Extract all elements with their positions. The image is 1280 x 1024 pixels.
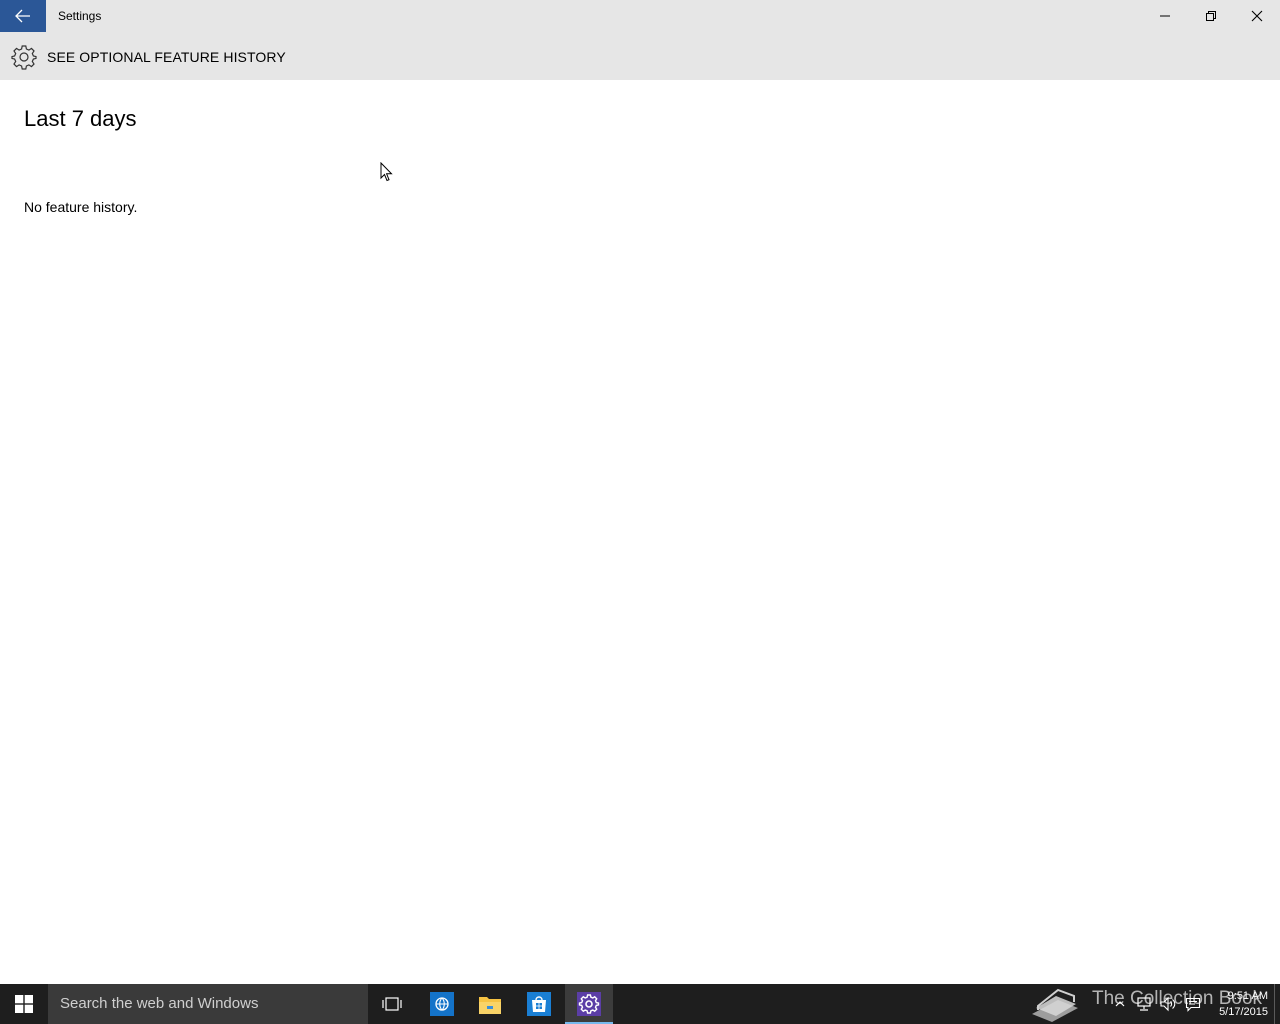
close-button[interactable] [1234,0,1280,32]
restore-icon [1206,11,1216,21]
internet-explorer-button[interactable] [418,984,466,1024]
volume-button[interactable] [1156,984,1180,1024]
empty-history-message: No feature history. [24,199,138,215]
taskbar-clock[interactable]: 9:51 AM 5/17/2015 [1210,988,1268,1020]
mouse-cursor-icon [380,162,393,182]
task-view-button[interactable] [368,984,416,1024]
start-button[interactable] [0,984,48,1024]
section-heading: Last 7 days [24,106,137,131]
page-title: SEE OPTIONAL FEATURE HISTORY [47,49,286,65]
file-explorer-button[interactable] [466,984,514,1024]
app-title: Settings [58,9,102,23]
gear-icon [11,45,37,70]
arrow-left-icon [15,9,30,23]
book-logo-icon [1032,988,1078,1022]
internet-explorer-icon [430,992,454,1016]
windows-logo-icon [15,995,33,1013]
back-button[interactable] [0,0,46,32]
action-center-button[interactable] [1181,984,1205,1024]
minimize-icon [1160,15,1170,17]
settings-window: Settings SEE OPTIONAL FEATURE HISTORY La… [0,0,1280,1024]
file-explorer-icon [479,997,501,1014]
volume-icon [1160,996,1176,1012]
clock-date: 5/17/2015 [1219,1006,1268,1018]
title-bar: Settings [0,0,1280,32]
settings-icon [577,992,601,1016]
show-hidden-icons-button[interactable] [1108,984,1132,1024]
network-icon [1137,997,1151,1011]
task-view-icon [382,997,402,1011]
store-icon [527,992,551,1016]
taskbar: Search the web and Windows The Collectio… [0,984,1280,1024]
store-button[interactable] [515,984,563,1024]
clock-time: 9:51 AM [1227,990,1268,1002]
taskbar-search-box[interactable]: Search the web and Windows [48,984,368,1024]
close-icon [1251,10,1263,22]
network-button[interactable] [1132,984,1156,1024]
show-desktop-button[interactable] [1274,984,1280,1024]
chevron-up-icon [1115,1001,1125,1007]
restore-button[interactable] [1188,0,1234,32]
minimize-button[interactable] [1142,0,1188,32]
action-center-icon [1185,997,1201,1012]
settings-taskbar-button[interactable] [565,984,613,1024]
